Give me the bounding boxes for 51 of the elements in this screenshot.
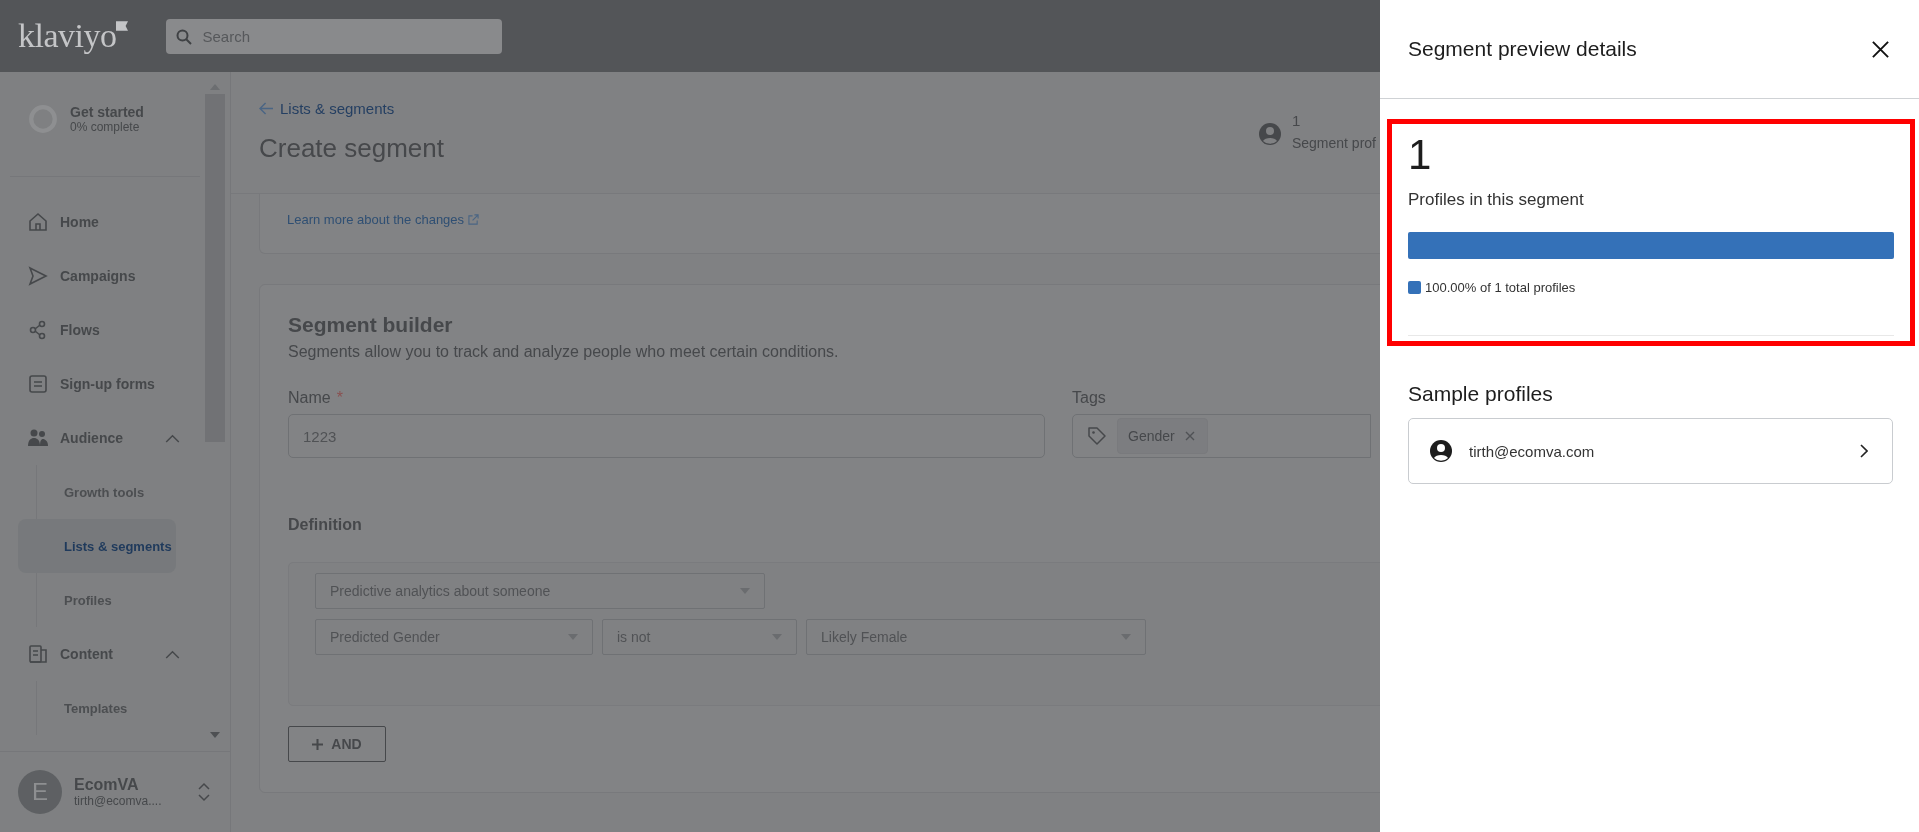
account-name: EcomVA bbox=[74, 776, 140, 794]
arrow-left-icon bbox=[259, 102, 274, 115]
chevron-right-icon bbox=[1860, 444, 1868, 458]
nav-subitem[interactable]: Lists & segments bbox=[18, 519, 176, 573]
profile-count: 1 bbox=[1408, 134, 1433, 176]
nav-item[interactable]: Audience bbox=[10, 411, 200, 465]
get-started-title: Get started bbox=[70, 104, 144, 120]
person-icon bbox=[1429, 439, 1453, 463]
learn-more-link[interactable]: Learn more about the changes bbox=[287, 212, 480, 227]
share-nodes-icon bbox=[28, 320, 48, 340]
definition-label: Definition bbox=[288, 516, 363, 534]
people-icon bbox=[28, 428, 48, 448]
flag-icon bbox=[116, 21, 129, 31]
external-link-icon bbox=[468, 214, 480, 225]
tag-icon bbox=[1087, 426, 1107, 446]
person-icon bbox=[1257, 122, 1282, 146]
plus-icon bbox=[312, 738, 324, 750]
get-started-item[interactable]: Get started 0% complete bbox=[10, 104, 200, 134]
add-and-button[interactable]: AND bbox=[288, 726, 386, 762]
section-description: Segments allow you to track and analyze people who meet certain conditions. bbox=[288, 343, 840, 361]
legend-swatch bbox=[1408, 281, 1421, 294]
profile-count: 1 bbox=[1291, 112, 1302, 129]
back-link[interactable]: Lists & segments bbox=[259, 100, 444, 117]
nav-item[interactable]: Campaigns bbox=[10, 249, 200, 303]
stats-label: Profiles in this segment bbox=[1408, 190, 1585, 210]
nav-item[interactable]: Home bbox=[10, 195, 200, 249]
remove-icon[interactable] bbox=[1184, 431, 1195, 441]
search-icon bbox=[176, 28, 193, 45]
page-title: Create segment bbox=[259, 133, 444, 164]
field-label: Tags bbox=[1072, 389, 1107, 407]
required-mark: * bbox=[336, 389, 343, 407]
legend-text: 100.00% of 1 total profiles bbox=[1425, 280, 1576, 295]
nav-item[interactable]: Sign-up forms bbox=[10, 357, 200, 411]
logo[interactable]: klaviyo bbox=[18, 17, 129, 55]
home-icon bbox=[28, 212, 48, 232]
up-down-chevron-icon bbox=[198, 782, 210, 802]
account-email: tirth@ecomva.... bbox=[74, 794, 163, 808]
close-icon bbox=[1870, 39, 1890, 59]
section-title: Sample profiles bbox=[1408, 382, 1554, 406]
field-label: Name bbox=[288, 389, 331, 407]
progress-text: 0% complete bbox=[70, 120, 141, 134]
panel-title: Segment preview details bbox=[1408, 37, 1637, 61]
nav-item[interactable]: Content bbox=[10, 627, 200, 681]
profile-count-label: Segment prof bbox=[1291, 135, 1376, 151]
section-title: Segment builder bbox=[288, 313, 454, 337]
form-icon bbox=[28, 374, 48, 394]
scroll-down-icon bbox=[210, 732, 220, 738]
document-icon bbox=[28, 644, 48, 664]
profile-row[interactable]: tirth@ecomva.com bbox=[1408, 418, 1893, 484]
nav-item[interactable]: Flows bbox=[10, 303, 200, 357]
send-icon bbox=[28, 266, 48, 286]
